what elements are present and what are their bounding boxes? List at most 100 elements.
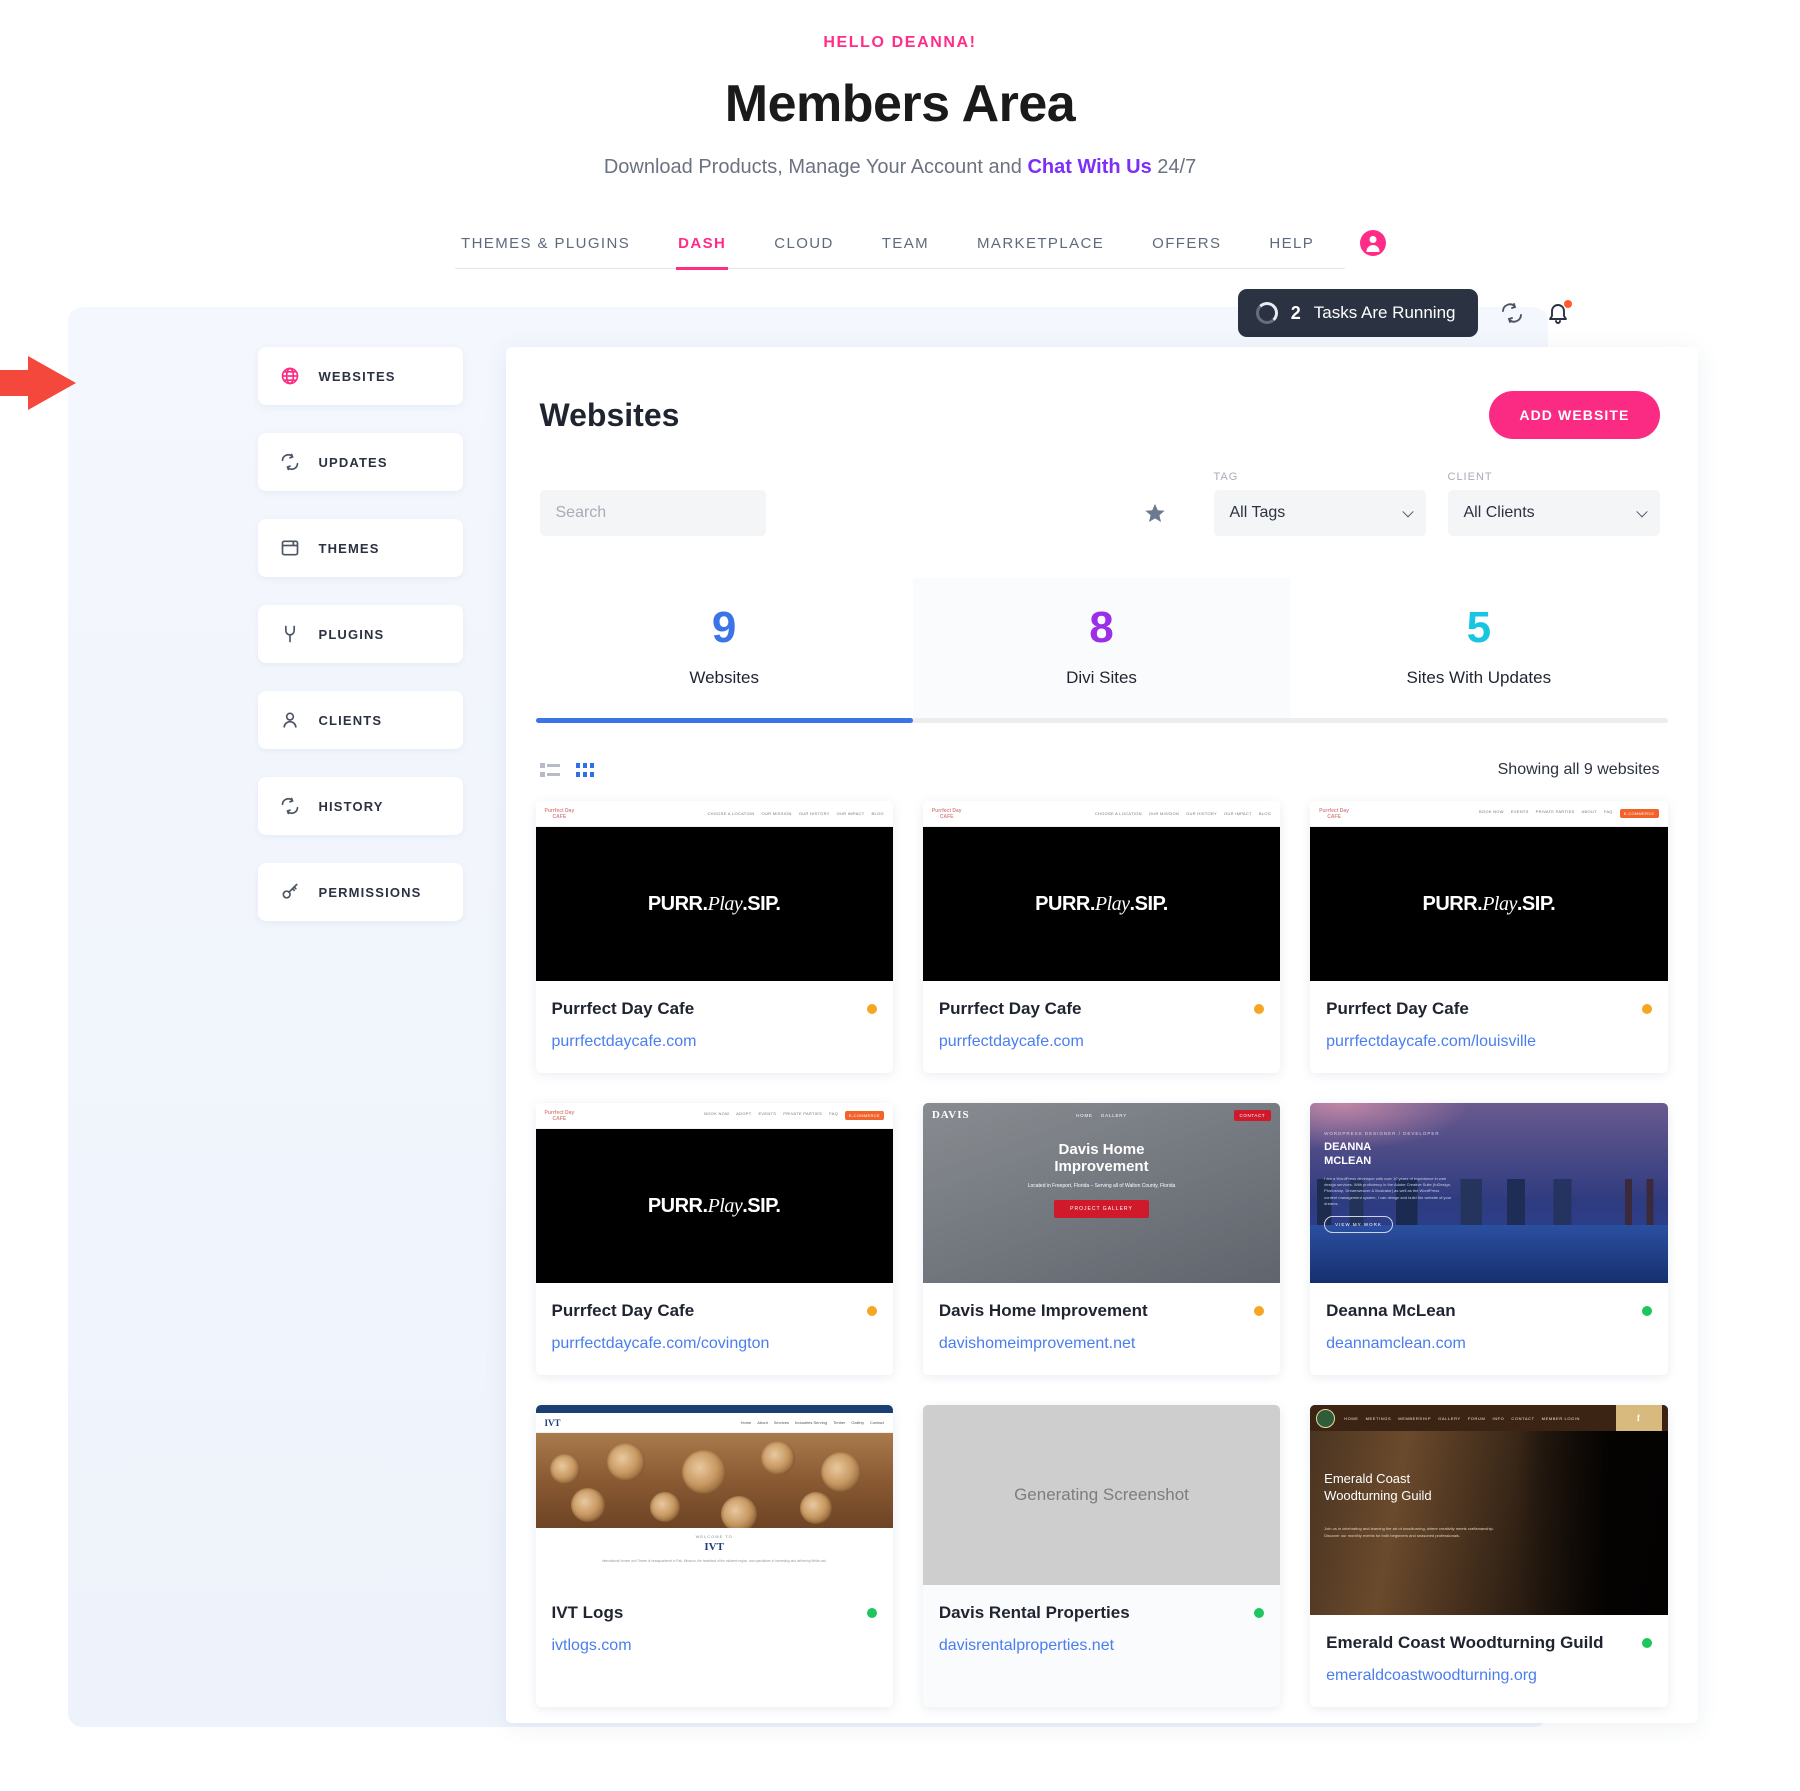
status-badge bbox=[1642, 1004, 1652, 1014]
user-avatar-icon[interactable] bbox=[1360, 230, 1386, 256]
stat-divi-sites[interactable]: 8 Divi Sites bbox=[913, 578, 1290, 718]
website-title: Deanna McLean bbox=[1326, 1301, 1455, 1321]
website-card[interactable]: Purrfect DayCAFE BOOK NOWEVENTSPRIVATE P… bbox=[1310, 801, 1667, 1073]
sidebar-item-permissions[interactable]: PERMISSIONS bbox=[258, 863, 463, 921]
sidebar-item-themes[interactable]: THEMES bbox=[258, 519, 463, 577]
website-url-link[interactable]: davisrentalproperties.net bbox=[939, 1637, 1264, 1655]
tab-themes-plugins[interactable]: THEMES & PLUGINS bbox=[459, 225, 632, 268]
thumb-cta-button: VIEW MY WORK bbox=[1324, 1216, 1393, 1233]
tasks-running-badge[interactable]: 2 Tasks Are Running bbox=[1238, 289, 1478, 337]
view-options-row: Showing all 9 websites bbox=[540, 761, 1660, 779]
website-card[interactable]: HOMEMEETINGSMEMBERSHIPGALLERYFORUMINFOCO… bbox=[1310, 1405, 1667, 1707]
thumb-logo: Purrfect DayCAFE bbox=[545, 1110, 575, 1122]
website-card[interactable]: DAVIS HOMEGALLERY CONTACT Davis HomeImpr… bbox=[923, 1103, 1280, 1375]
website-card-body: Deanna McLean deannamclean.com bbox=[1310, 1283, 1667, 1375]
website-url-link[interactable]: davishomeimprovement.net bbox=[939, 1335, 1264, 1353]
website-url-link[interactable]: emeraldcoastwoodturning.org bbox=[1326, 1667, 1651, 1685]
facebook-icon: f bbox=[1616, 1405, 1662, 1431]
website-title: Purrfect Day Cafe bbox=[1326, 999, 1469, 1019]
annotation-arrow bbox=[0, 354, 228, 412]
website-url-link[interactable]: deannamclean.com bbox=[1326, 1335, 1651, 1353]
thumb-logo: Purrfect DayCAFE bbox=[1319, 808, 1349, 820]
chat-with-us-link[interactable]: Chat With Us bbox=[1027, 156, 1151, 178]
panel-header: Websites ADD WEBSITE bbox=[506, 347, 1698, 439]
status-badge bbox=[1254, 1004, 1264, 1014]
status-badge bbox=[1642, 1306, 1652, 1316]
website-card[interactable]: Generating Screenshot Davis Rental Prope… bbox=[923, 1405, 1280, 1707]
list-view-icon[interactable] bbox=[540, 762, 560, 778]
website-card[interactable]: Purrfect DayCAFE BOOK NOWADOPTEVENTSPRIV… bbox=[536, 1103, 893, 1375]
bell-icon[interactable] bbox=[1546, 301, 1570, 325]
sidebar-label-history: HISTORY bbox=[319, 799, 384, 814]
stats-progress-track bbox=[536, 718, 1668, 723]
sidebar-item-plugins[interactable]: PLUGINS bbox=[258, 605, 463, 663]
status-badge bbox=[1642, 1638, 1652, 1648]
website-url-link[interactable]: purrfectdaycafe.com bbox=[552, 1033, 877, 1051]
client-filter-select[interactable]: All Clients bbox=[1448, 490, 1660, 536]
sidebar-item-history[interactable]: HISTORY bbox=[258, 777, 463, 835]
stats-progress-bar bbox=[536, 718, 913, 723]
website-url-link[interactable]: purrfectdaycafe.com/covington bbox=[552, 1335, 877, 1353]
grid-view-icon[interactable] bbox=[576, 762, 596, 778]
tab-dash[interactable]: DASH bbox=[676, 225, 728, 268]
page-subtitle: Download Products, Manage Your Account a… bbox=[0, 156, 1800, 179]
website-url-link[interactable]: purrfectdaycafe.com bbox=[939, 1033, 1264, 1051]
client-filter-group: CLIENT All Clients bbox=[1448, 471, 1660, 536]
status-badge bbox=[867, 1306, 877, 1316]
website-url-link[interactable]: purrfectdaycafe.com/louisville bbox=[1326, 1033, 1651, 1051]
tab-help[interactable]: HELP bbox=[1267, 225, 1316, 268]
refresh-icon[interactable] bbox=[1500, 301, 1524, 325]
website-card[interactable]: WORDPRESS DESIGNER / DEVELOPER DEANNAMCL… bbox=[1310, 1103, 1667, 1375]
user-icon bbox=[280, 710, 301, 731]
tab-team[interactable]: TEAM bbox=[880, 225, 931, 268]
subtitle-post-text: 24/7 bbox=[1152, 156, 1196, 178]
website-card-body: Purrfect Day Cafe purrfectdaycafe.com bbox=[923, 981, 1280, 1073]
website-thumbnail: Purrfect DayCAFE CHOOSE A LOCATIONOUR MI… bbox=[923, 801, 1280, 981]
sidebar-item-updates[interactable]: UPDATES bbox=[258, 433, 463, 491]
sidebar-label-clients: CLIENTS bbox=[319, 713, 383, 728]
thumb-logo bbox=[1316, 1409, 1335, 1428]
website-card[interactable]: IVT HomeAboutServicesIndustries ServingT… bbox=[536, 1405, 893, 1707]
task-count: 2 bbox=[1291, 303, 1301, 324]
website-card-body: Purrfect Day Cafe purrfectdaycafe.com/lo… bbox=[1310, 981, 1667, 1073]
tag-filter-select[interactable]: All Tags bbox=[1214, 490, 1426, 536]
tab-cloud[interactable]: CLOUD bbox=[772, 225, 836, 268]
stat-websites[interactable]: 9 Websites bbox=[536, 578, 913, 718]
tab-offers[interactable]: OFFERS bbox=[1150, 225, 1223, 268]
thumb-headline: Emerald CoastWoodturning Guild bbox=[1324, 1471, 1431, 1505]
thumb-headline: Davis HomeImprovement bbox=[923, 1141, 1280, 1176]
website-url-link[interactable]: ivtlogs.com bbox=[552, 1637, 877, 1655]
website-card-body: Purrfect Day Cafe purrfectdaycafe.com bbox=[536, 981, 893, 1073]
sidebar-item-clients[interactable]: CLIENTS bbox=[258, 691, 463, 749]
add-website-button[interactable]: ADD WEBSITE bbox=[1489, 391, 1659, 439]
chevron-down-icon bbox=[1402, 506, 1413, 517]
key-icon bbox=[280, 882, 301, 903]
thumb-menu: HOMEMEETINGSMEMBERSHIPGALLERYFORUMINFOCO… bbox=[1344, 1416, 1580, 1421]
search-input[interactable] bbox=[540, 490, 766, 536]
website-card[interactable]: Purrfect DayCAFE CHOOSE A LOCATIONOUR MI… bbox=[923, 801, 1280, 1073]
stat-sites-with-updates[interactable]: 5 Sites With Updates bbox=[1290, 578, 1667, 718]
refresh-icon bbox=[280, 452, 301, 473]
website-thumbnail: DAVIS HOMEGALLERY CONTACT Davis HomeImpr… bbox=[923, 1103, 1280, 1283]
window-icon bbox=[280, 538, 301, 559]
app-shell: 2 Tasks Are Running bbox=[68, 289, 1733, 1769]
dashboard-sidebar: WEBSITES UPDATES THEMES bbox=[258, 347, 463, 949]
website-card[interactable]: Purrfect DayCAFE CHOOSE A LOCATIONOUR MI… bbox=[536, 801, 893, 1073]
star-icon[interactable] bbox=[1144, 502, 1166, 524]
subtitle-pre-text: Download Products, Manage Your Account a… bbox=[604, 156, 1028, 178]
website-title: Purrfect Day Cafe bbox=[552, 999, 695, 1019]
tab-marketplace[interactable]: MARKETPLACE bbox=[975, 225, 1106, 268]
filters-row: TAG All Tags CLIENT All Clients bbox=[506, 439, 1698, 536]
website-card-body: Purrfect Day Cafe purrfectdaycafe.com/co… bbox=[536, 1283, 893, 1375]
website-thumbnail: WORDPRESS DESIGNER / DEVELOPER DEANNAMCL… bbox=[1310, 1103, 1667, 1283]
tag-filter-group: TAG All Tags bbox=[1214, 471, 1426, 536]
thumb-logo: DAVIS bbox=[932, 1109, 970, 1121]
status-badge bbox=[867, 1608, 877, 1618]
thumb-menu: BOOK NOWADOPTEVENTSPRIVATE PARTIESFAQE-C… bbox=[704, 1111, 884, 1120]
website-title: Purrfect Day Cafe bbox=[552, 1301, 695, 1321]
sidebar-item-websites[interactable]: WEBSITES bbox=[258, 347, 463, 405]
sidebar-label-websites: WEBSITES bbox=[319, 369, 396, 384]
thumb-paragraph: I am a WordPress developer with over 10 … bbox=[1324, 1176, 1452, 1208]
showing-count-text: Showing all 9 websites bbox=[1498, 761, 1660, 779]
thumb-logo: Purrfect DayCAFE bbox=[545, 808, 575, 820]
